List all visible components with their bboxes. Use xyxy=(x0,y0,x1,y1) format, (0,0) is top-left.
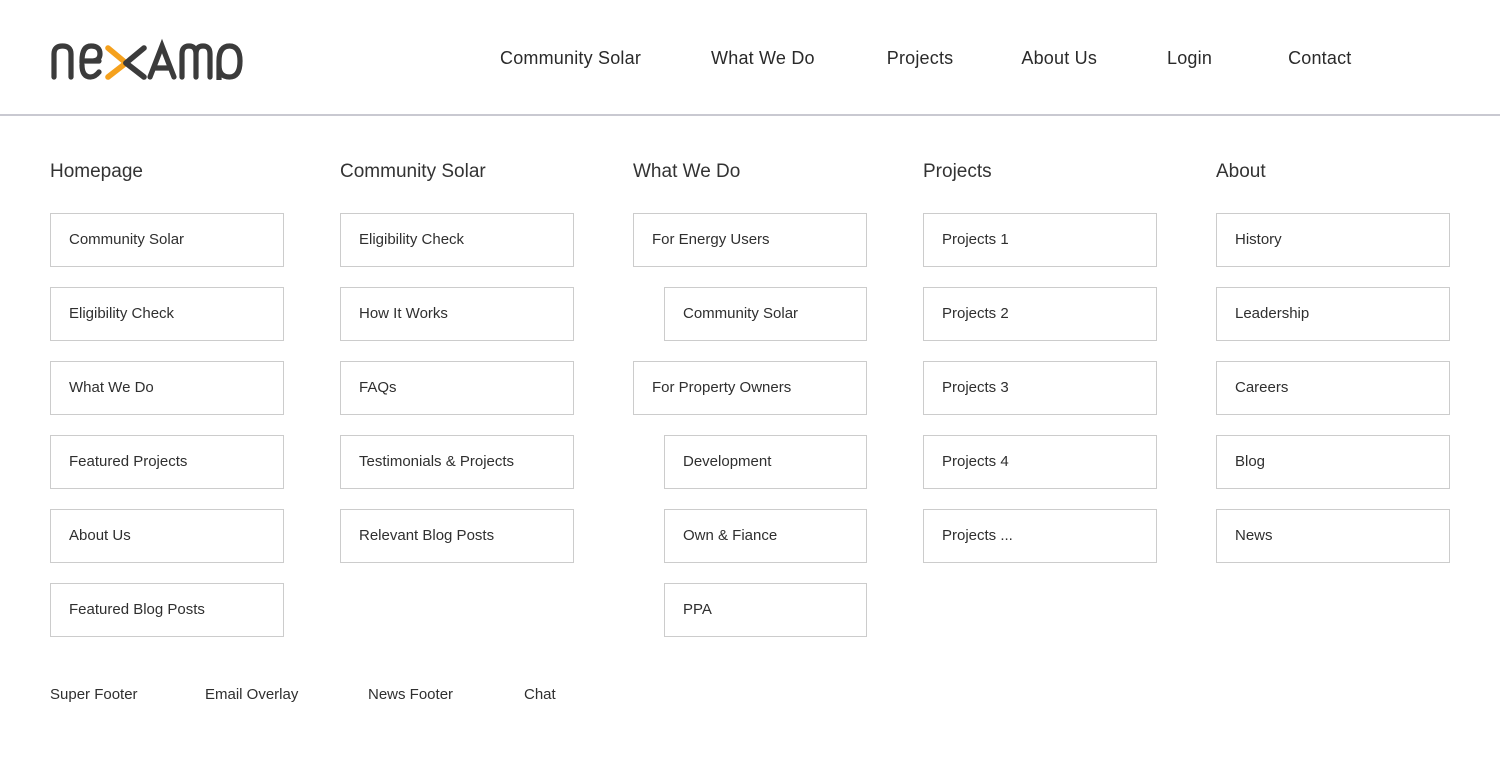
footer-link-super-footer[interactable]: Super Footer xyxy=(50,686,205,703)
node-label: PPA xyxy=(683,601,712,618)
node-label: How It Works xyxy=(359,305,448,322)
sitemap-node[interactable]: Projects 3 xyxy=(923,361,1157,415)
sitemap-node-child[interactable]: PPA xyxy=(664,583,867,637)
node-label: Projects 4 xyxy=(942,453,1009,470)
node-label: Development xyxy=(683,453,772,470)
nav-link-what-we-do[interactable]: What We Do xyxy=(711,48,815,69)
sitemap-column-homepage: Homepage Community Solar Eligibility Che… xyxy=(50,161,284,657)
sitemap-node[interactable]: Projects 4 xyxy=(923,435,1157,489)
sitemap-node-child[interactable]: Own & Fiance xyxy=(664,509,867,563)
node-label: Featured Projects xyxy=(69,453,188,470)
node-label: Projects ... xyxy=(942,527,1013,544)
sitemap-column-projects: Projects Projects 1 Projects 2 Projects … xyxy=(923,161,1157,583)
footer-link-chat[interactable]: Chat xyxy=(524,686,556,703)
node-label: History xyxy=(1235,231,1282,248)
node-label: Blog xyxy=(1235,453,1266,470)
sitemap-node[interactable]: Community Solar xyxy=(50,213,284,267)
node-label: Leadership xyxy=(1235,305,1310,322)
sitemap-node[interactable]: FAQs xyxy=(340,361,574,415)
column-title: Community Solar xyxy=(340,161,486,182)
sitemap-node[interactable]: Eligibility Check xyxy=(50,287,284,341)
sitemap-node[interactable]: Featured Blog Posts xyxy=(50,583,284,637)
nexamp-wordmark-icon xyxy=(51,38,243,80)
main-navigation: Community Solar What We Do Projects Abou… xyxy=(480,0,1500,116)
node-label: Projects 3 xyxy=(942,379,1009,396)
sitemap-node[interactable]: Relevant Blog Posts xyxy=(340,509,574,563)
sitemap-node[interactable]: News xyxy=(1216,509,1450,563)
sitemap-node[interactable]: History xyxy=(1216,213,1450,267)
sitemap-node[interactable]: For Energy Users xyxy=(633,213,867,267)
sitemap-node[interactable]: Blog xyxy=(1216,435,1450,489)
column-title: What We Do xyxy=(633,161,741,182)
nav-link-login[interactable]: Login xyxy=(1167,48,1212,69)
nexamp-logo[interactable] xyxy=(50,32,250,82)
sitemap-column-about: About History Leadership Careers Blog Ne… xyxy=(1216,161,1450,583)
nav-link-community-solar[interactable]: Community Solar xyxy=(500,48,641,69)
sitemap-node[interactable]: About Us xyxy=(50,509,284,563)
sitemap-node[interactable]: Eligibility Check xyxy=(340,213,574,267)
column-title: About xyxy=(1216,161,1266,182)
node-label: Projects 1 xyxy=(942,231,1009,248)
node-label: Careers xyxy=(1235,379,1289,396)
sitemap-node[interactable]: Projects 1 xyxy=(923,213,1157,267)
node-label: Testimonials & Projects xyxy=(359,453,515,470)
sitemap-node[interactable]: Careers xyxy=(1216,361,1450,415)
node-label: Community Solar xyxy=(69,231,185,248)
node-label: Own & Fiance xyxy=(683,527,778,544)
sitemap-node[interactable]: Leadership xyxy=(1216,287,1450,341)
site-header: Community Solar What We Do Projects Abou… xyxy=(0,0,1500,116)
sitemap-node[interactable]: Featured Projects xyxy=(50,435,284,489)
column-title: Homepage xyxy=(50,161,143,182)
node-label: Relevant Blog Posts xyxy=(359,527,495,544)
node-label: News xyxy=(1235,527,1273,544)
footer-link-email-overlay[interactable]: Email Overlay xyxy=(205,686,368,703)
footer-links-row: Super Footer Email Overlay News Footer C… xyxy=(50,686,556,703)
node-label: For Energy Users xyxy=(652,231,770,248)
node-label: For Property Owners xyxy=(652,379,792,396)
sitemap-column-community-solar: Community Solar Eligibility Check How It… xyxy=(340,161,574,583)
node-label: Eligibility Check xyxy=(69,305,175,322)
sitemap-column-what-we-do: What We Do For Energy Users Community So… xyxy=(633,161,867,657)
nav-link-about-us[interactable]: About Us xyxy=(1021,48,1097,69)
sitemap-node[interactable]: For Property Owners xyxy=(633,361,867,415)
node-label: What We Do xyxy=(69,379,154,396)
node-label: Community Solar xyxy=(683,305,799,322)
footer-link-news-footer[interactable]: News Footer xyxy=(368,686,524,703)
node-label: Eligibility Check xyxy=(359,231,465,248)
sitemap-node[interactable]: What We Do xyxy=(50,361,284,415)
sitemap-node-child[interactable]: Development xyxy=(664,435,867,489)
nav-link-projects[interactable]: Projects xyxy=(887,48,954,69)
sitemap-node-child[interactable]: Community Solar xyxy=(664,287,867,341)
node-label: About Us xyxy=(69,527,131,544)
node-label: Projects 2 xyxy=(942,305,1009,322)
nav-link-contact[interactable]: Contact xyxy=(1288,48,1351,69)
sitemap-node[interactable]: Projects ... xyxy=(923,509,1157,563)
node-label: Featured Blog Posts xyxy=(69,601,205,618)
node-label: FAQs xyxy=(359,379,397,396)
sitemap-node[interactable]: Projects 2 xyxy=(923,287,1157,341)
column-title: Projects xyxy=(923,161,992,182)
sitemap-node[interactable]: How It Works xyxy=(340,287,574,341)
sitemap-node[interactable]: Testimonials & Projects xyxy=(340,435,574,489)
